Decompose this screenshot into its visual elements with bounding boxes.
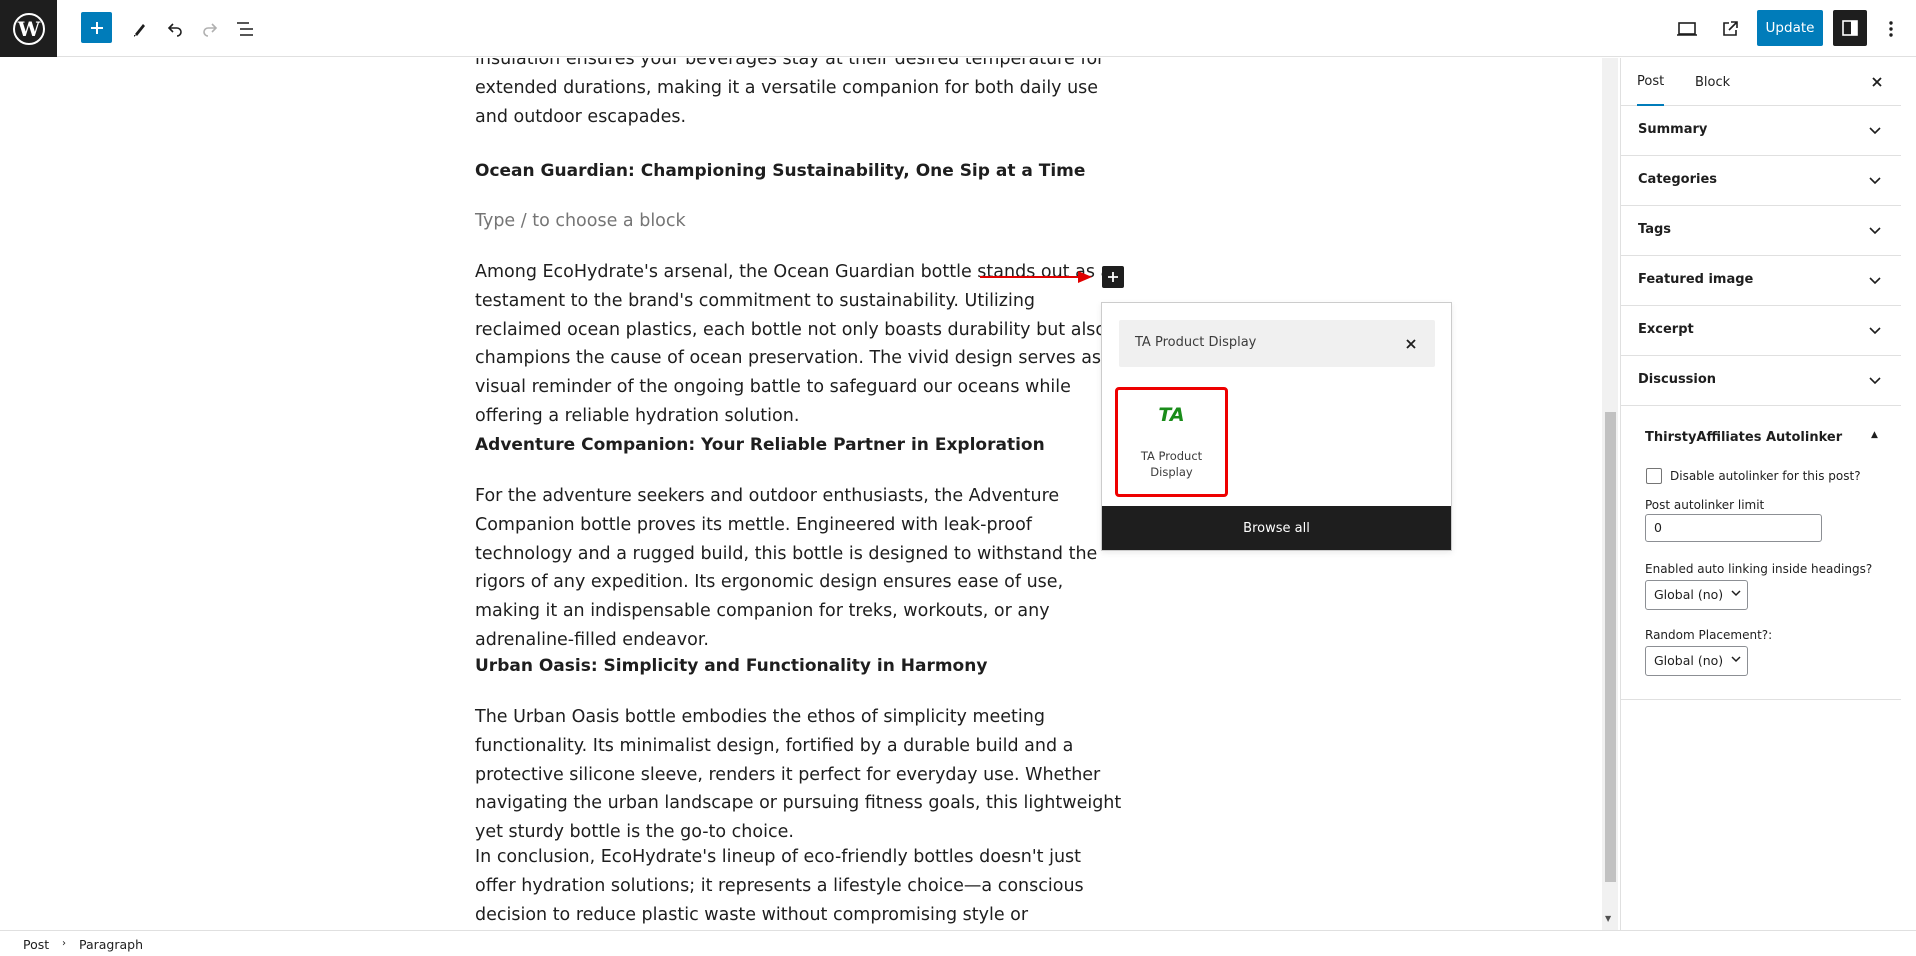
breadcrumb-paragraph[interactable]: Paragraph	[79, 937, 143, 952]
heading-block[interactable]: Urban Oasis: Simplicity and Functionalit…	[475, 652, 987, 681]
search-value: TA Product Display	[1135, 335, 1257, 350]
pencil-icon	[134, 24, 145, 37]
select-value: Global (no)	[1654, 653, 1724, 668]
random-placement-select[interactable]: Global (no)	[1645, 646, 1748, 676]
block-inserter-toggle-button[interactable]	[81, 12, 112, 43]
panel-title: Featured image	[1638, 272, 1754, 287]
panel-title: Excerpt	[1638, 322, 1694, 337]
panel-title: Tags	[1638, 222, 1672, 237]
block-result-label: TA Product Display	[1140, 449, 1203, 479]
redo-button[interactable]	[195, 14, 225, 44]
heading-block[interactable]: Ocean Guardian: Championing Sustainabili…	[475, 157, 1085, 186]
settings-toggle-button[interactable]	[1833, 10, 1867, 46]
external-link-icon	[1723, 21, 1738, 36]
panel-excerpt[interactable]: Excerpt	[1621, 306, 1901, 356]
editor-scrollbar-thumb[interactable]	[1605, 412, 1616, 882]
panel-featured-image[interactable]: Featured image	[1621, 256, 1901, 306]
redo-icon	[203, 23, 218, 37]
svg-text:W: W	[16, 17, 40, 41]
chevron-down-icon	[1731, 590, 1741, 597]
chevron-down-icon	[1865, 271, 1885, 291]
more-vertical-icon	[1889, 21, 1893, 37]
clear-search-button[interactable]	[1401, 334, 1421, 354]
add-block-button[interactable]	[1102, 266, 1124, 288]
autolinker-limit-label: Post autolinker limit	[1645, 498, 1765, 512]
empty-block-placeholder[interactable]: Type / to choose a block	[475, 207, 686, 236]
editor-canvas: insulation ensures your beverages stay a…	[0, 58, 1602, 930]
tools-button[interactable]	[125, 14, 155, 44]
tab-block[interactable]: Block	[1695, 58, 1730, 106]
panel-title[interactable]: ThirstyAffiliates Autolinker	[1645, 430, 1842, 445]
undo-icon	[167, 23, 182, 37]
thirstyaffiliates-autolinker-panel: ThirstyAffiliates Autolinker ▲ Disable a…	[1621, 410, 1901, 700]
plus-icon	[90, 21, 103, 34]
undo-button[interactable]	[160, 14, 190, 44]
ta-block-icon: TA	[1158, 404, 1185, 426]
panel-summary[interactable]: Summary	[1621, 106, 1901, 156]
options-menu-button[interactable]	[1876, 14, 1906, 44]
document-overview-button[interactable]	[231, 14, 261, 44]
top-toolbar: W Update	[0, 0, 1916, 57]
chevron-down-icon	[1865, 371, 1885, 391]
paragraph-block[interactable]: In conclusion, EcoHydrate's lineup of ec…	[475, 843, 1125, 930]
panel-title: Discussion	[1638, 372, 1717, 387]
close-icon	[1406, 339, 1416, 349]
plus-icon	[1108, 272, 1118, 282]
chevron-down-icon	[1731, 656, 1741, 663]
select-value: Global (no)	[1654, 587, 1724, 602]
wordpress-logo-icon[interactable]: W	[0, 0, 57, 57]
disable-autolinker-label: Disable autolinker for this post?	[1670, 469, 1861, 483]
list-view-icon	[237, 22, 253, 36]
chevron-down-icon	[1865, 321, 1885, 341]
panel-tags[interactable]: Tags	[1621, 206, 1901, 256]
heading-block[interactable]: Adventure Companion: Your Reliable Partn…	[475, 431, 1045, 460]
panel-discussion[interactable]: Discussion	[1621, 356, 1901, 406]
annotation-arrow-icon	[980, 271, 1092, 283]
block-search-input[interactable]: TA Product Display	[1119, 320, 1435, 367]
autolinker-limit-input[interactable]: 0	[1645, 514, 1822, 542]
panel-title: Categories	[1638, 172, 1718, 187]
sidebar-icon	[1842, 20, 1858, 36]
random-placement-label: Random Placement?:	[1645, 628, 1773, 642]
preview-button[interactable]	[1672, 14, 1702, 44]
panel-categories[interactable]: Categories	[1621, 156, 1901, 206]
block-breadcrumb: Post › Paragraph	[0, 930, 1916, 956]
update-button[interactable]: Update	[1757, 10, 1823, 46]
caret-up-icon[interactable]: ▲	[1871, 430, 1878, 440]
view-post-button[interactable]	[1715, 14, 1745, 44]
close-sidebar-button[interactable]	[1867, 72, 1887, 92]
auto-linking-headings-label: Enabled auto linking inside headings?	[1645, 562, 1873, 576]
scroll-down-arrow-icon[interactable]: ▼	[1605, 914, 1611, 923]
breadcrumb-separator-icon: ›	[62, 938, 66, 949]
settings-sidebar: Post Block Summary Categories Tags Featu…	[1620, 58, 1901, 930]
paragraph-block[interactable]: For the adventure seekers and outdoor en…	[475, 482, 1125, 655]
auto-linking-headings-select[interactable]: Global (no)	[1645, 580, 1748, 610]
quick-inserter-popover: TA Product Display TA TA Product Display…	[1101, 302, 1452, 551]
sidebar-tabs: Post Block	[1621, 58, 1901, 106]
panel-title: Summary	[1638, 122, 1708, 137]
browse-all-button[interactable]: Browse all	[1102, 506, 1451, 550]
tab-post[interactable]: Post	[1637, 58, 1665, 106]
chevron-down-icon	[1865, 221, 1885, 241]
close-icon	[1872, 77, 1882, 87]
chevron-down-icon	[1865, 171, 1885, 191]
disable-autolinker-checkbox[interactable]	[1646, 468, 1662, 484]
chevron-down-icon	[1865, 121, 1885, 141]
block-result-ta-product-display[interactable]: TA TA Product Display	[1115, 387, 1228, 497]
desktop-icon	[1677, 22, 1697, 36]
paragraph-block[interactable]: insulation ensures your beverages stay a…	[475, 58, 1125, 131]
paragraph-block[interactable]: The Urban Oasis bottle embodies the etho…	[475, 703, 1125, 847]
breadcrumb-post[interactable]: Post	[23, 937, 49, 952]
